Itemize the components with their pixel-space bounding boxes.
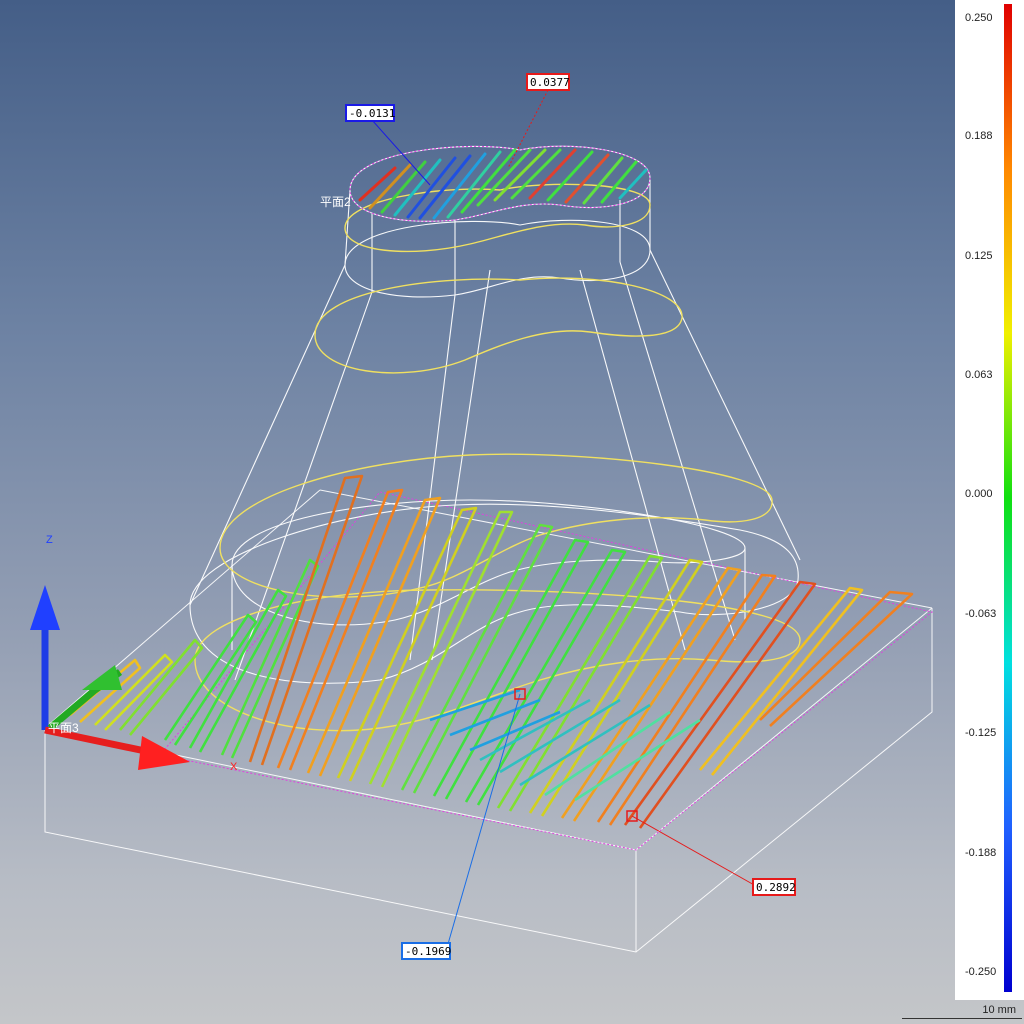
svg-text:-0.0131: -0.0131 — [349, 107, 395, 120]
svg-text:-0.1969: -0.1969 — [405, 945, 451, 958]
plane-label-plane2: 平面2 — [320, 195, 351, 209]
axis-label-z: Z — [46, 534, 53, 546]
measure-plane-3 — [159, 491, 934, 851]
legend-color-bar — [1004, 4, 1012, 992]
scale-bar: 10 mm — [902, 1002, 1022, 1024]
legend-tick: -0.188 — [965, 847, 997, 859]
section-contours — [194, 183, 801, 732]
3d-viewport[interactable]: Z X 平面2 平面3 -0.0131 0.0377 0.2892 -0.196… — [0, 0, 1024, 1024]
scale-bar-label: 10 mm — [982, 1004, 1016, 1016]
svg-text:0.0377: 0.0377 — [530, 76, 570, 89]
color-legend: 0.250 0.188 0.125 0.063 0.000 -0.063 -0.… — [955, 0, 1024, 1000]
legend-tick: 0.188 — [965, 130, 993, 142]
scale-bar-line — [902, 1018, 1022, 1019]
legend-tick: -0.063 — [965, 608, 997, 620]
callout-bottom-min[interactable]: -0.1969 — [401, 942, 451, 960]
plane-label-plane3: 平面3 — [48, 721, 79, 735]
measure-plane-2 — [349, 145, 651, 222]
legend-tick: -0.250 — [965, 966, 997, 978]
callout-top-max[interactable]: 0.0377 — [526, 73, 570, 91]
legend-tick: -0.125 — [965, 727, 997, 739]
legend-tick: 0.125 — [965, 250, 993, 262]
callout-top-min[interactable]: -0.0131 — [345, 104, 395, 122]
svg-text:0.2892: 0.2892 — [756, 881, 796, 894]
legend-tick: 0.000 — [965, 488, 993, 500]
legend-tick: 0.250 — [965, 12, 993, 24]
axis-label-x: X — [230, 761, 238, 773]
legend-tick: 0.063 — [965, 369, 993, 381]
callout-bottom-max[interactable]: 0.2892 — [752, 878, 796, 896]
